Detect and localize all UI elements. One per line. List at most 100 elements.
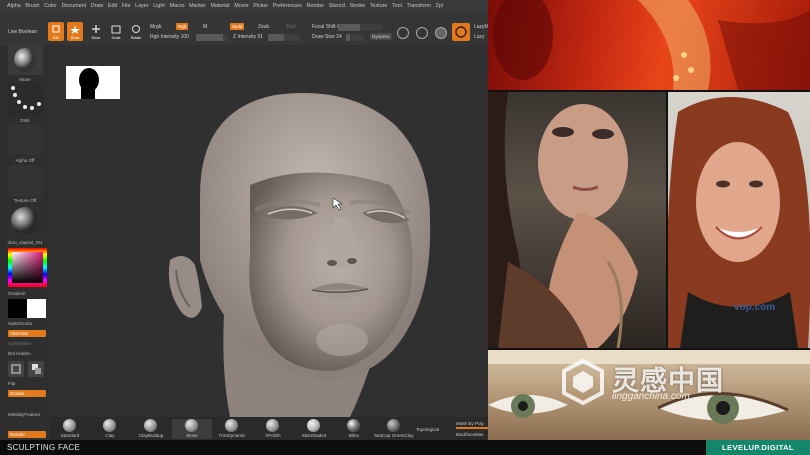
color-picker[interactable]	[8, 248, 47, 287]
menu-item-picker[interactable]: Picker	[253, 3, 268, 9]
sphere-icon[interactable]	[416, 27, 428, 39]
watermark-url: lingganchina.com	[612, 391, 690, 402]
menu-item-light[interactable]: Light	[153, 3, 165, 9]
menu-item-zplugin[interactable]: Zpl	[435, 3, 443, 9]
menu-item-marker[interactable]: Marker	[189, 3, 206, 9]
material-sphere-icon	[11, 207, 39, 235]
zadd-toggle[interactable]: Zadd	[230, 23, 245, 30]
lazymouse-toggle[interactable]: LazyM	[474, 24, 489, 30]
menu-item-transform[interactable]: Transform	[406, 3, 430, 9]
menu-item-preferences[interactable]: Preferences	[273, 3, 302, 9]
menu-item-layer[interactable]: Layer	[135, 3, 149, 9]
primary-color-swatch[interactable]	[8, 299, 27, 318]
z-intensity-slider[interactable]	[268, 34, 300, 41]
lightbox-button[interactable]	[452, 23, 470, 41]
draw-icon	[70, 25, 80, 34]
girl-portrait-icon	[488, 92, 638, 348]
draw-size-label: Draw Size 24	[312, 34, 342, 40]
move-brush-label: Move	[19, 77, 31, 82]
split-hidden-button[interactable]: SplitHidden	[8, 341, 32, 346]
double-button[interactable]: Double	[8, 390, 46, 397]
brush-selector[interactable]	[8, 45, 43, 75]
menu-item-movie[interactable]: Movie	[234, 3, 248, 9]
menu-item-draw[interactable]: Draw	[91, 3, 104, 9]
color-picker-icon	[8, 248, 47, 287]
brush-standard[interactable]: Standard	[50, 419, 90, 439]
brush-hpolish[interactable]: hPolish	[253, 419, 293, 439]
focal-shift-label: Focal Shift 0	[312, 24, 340, 30]
zsub-toggle[interactable]: Zsub	[258, 24, 269, 30]
material-icon[interactable]	[435, 27, 447, 39]
material-matcap-greenclay[interactable]: MatCap GreenClay	[374, 419, 414, 439]
brush-clay[interactable]: Clay	[90, 419, 130, 439]
menu-item-macro[interactable]: Macro	[169, 3, 184, 9]
mrgb-toggle[interactable]: Mrgb	[150, 24, 161, 30]
edit-button[interactable]: Edit	[48, 22, 64, 41]
menu-item-tool[interactable]: Tool	[392, 3, 402, 9]
lightbox-icon	[455, 26, 467, 38]
site-watermark: 灵感中国 lingganchina.com	[552, 357, 792, 409]
video-bottom-bar: SCULPTING FACE	[0, 440, 810, 455]
topological-toggle[interactable]: Topological	[416, 427, 439, 432]
transp-button[interactable]	[28, 361, 44, 377]
backface-mask-toggle[interactable]: BackfaceMas	[456, 432, 484, 437]
alternate-button[interactable]: Alternate	[8, 330, 46, 337]
menu-item-alpha[interactable]: Alpha	[7, 3, 21, 9]
del-hidden-button[interactable]: Del Hidden	[8, 351, 31, 356]
grid-button[interactable]	[8, 361, 24, 377]
dots-stroke-icon	[11, 86, 41, 110]
document-canvas[interactable]	[50, 45, 488, 417]
brush-move[interactable]: Move	[172, 419, 212, 439]
gradient-label: Gradient	[8, 291, 26, 296]
ornament-detail-icon	[493, 0, 810, 90]
rgb-intensity-slider[interactable]	[196, 34, 228, 41]
zcut-toggle[interactable]: Zcut	[286, 24, 296, 30]
m-toggle[interactable]: M	[203, 24, 207, 30]
menu-item-brush[interactable]: Brush	[25, 3, 39, 9]
menu-item-color[interactable]: Color	[44, 3, 57, 9]
material-skinshade4[interactable]: SkinShade4	[294, 419, 334, 439]
claybuildup-brush-icon	[144, 419, 157, 432]
switch-color-button[interactable]: SwitchColor	[8, 321, 33, 326]
flip-button[interactable]: Flip	[8, 381, 15, 386]
reference-image-woman-smiling: vop.com	[668, 92, 810, 348]
menu-item-material[interactable]: Material	[210, 3, 229, 9]
menu-item-texture[interactable]: Texture	[370, 3, 388, 9]
draw-button[interactable]: Draw	[67, 22, 83, 41]
sculpted-head[interactable]	[50, 45, 488, 417]
hpolish-brush-icon	[266, 419, 279, 432]
zbrush-window: Alpha Brush Color Document Draw Edit Fil…	[0, 0, 489, 440]
brush-claybuildup[interactable]: ClayBuildup	[131, 419, 171, 439]
rotate-button[interactable]: Rotate	[128, 22, 144, 41]
stroke-selector[interactable]	[8, 83, 43, 117]
menu-item-stroke[interactable]: Stroke	[350, 3, 366, 9]
menu-item-stencil[interactable]: Stencil	[329, 3, 345, 9]
material-selector[interactable]	[8, 205, 43, 238]
alpha-selector[interactable]	[8, 125, 43, 154]
mask-by-poly-button[interactable]: Mask By Poly	[456, 421, 484, 426]
dynamic-button[interactable]: Dynamic	[370, 33, 392, 40]
menu-item-document[interactable]: Document	[62, 3, 87, 9]
dynamic-icon[interactable]	[397, 27, 409, 39]
menu-bar: Alpha Brush Color Document Draw Edit Fil…	[0, 0, 488, 12]
menu-item-render[interactable]: Render	[306, 3, 324, 9]
brush-trimdynamic[interactable]: TrimDynamic	[212, 419, 252, 439]
rgb-toggle[interactable]: Rgb	[176, 23, 189, 30]
video-title: SCULPTING FACE	[7, 443, 81, 452]
secondary-color-swatch[interactable]	[27, 299, 46, 318]
move-button[interactable]: Move	[88, 22, 104, 41]
menu-item-edit[interactable]: Edit	[108, 3, 117, 9]
render-button[interactable]: Render	[8, 431, 46, 438]
texture-selector[interactable]	[8, 165, 43, 196]
mask-by-feature-button[interactable]: MaskByFeature	[8, 412, 40, 417]
menu-item-file[interactable]: File	[122, 3, 131, 9]
material-blinn[interactable]: Blinn	[334, 419, 374, 439]
blinn-material-icon	[347, 419, 360, 432]
z-intensity-label: Z Intensity 51	[233, 34, 264, 40]
focal-shift-slider[interactable]	[338, 24, 382, 31]
trimdynamic-brush-icon	[225, 419, 238, 432]
draw-size-slider[interactable]	[346, 34, 364, 41]
brush-sphere-icon	[14, 48, 36, 72]
scale-button[interactable]: Scale	[108, 22, 124, 41]
live-boolean-button[interactable]: Live Boolean	[8, 29, 37, 35]
